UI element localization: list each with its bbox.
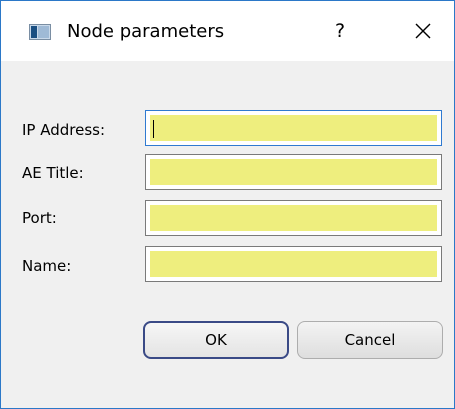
window-app-icon	[29, 24, 51, 40]
ip-address-field-frame	[145, 110, 442, 146]
ae-title-label: AE Title:	[22, 164, 84, 182]
help-button[interactable]: ?	[328, 17, 352, 45]
close-button[interactable]	[409, 17, 437, 45]
name-label: Name:	[22, 257, 72, 275]
cancel-button[interactable]: Cancel	[297, 321, 443, 359]
name-input[interactable]	[150, 251, 437, 277]
ip-address-label: IP Address:	[22, 121, 106, 139]
node-parameters-dialog: Node parameters ? IP Address: AE Title: …	[0, 0, 455, 409]
ok-button[interactable]: OK	[143, 321, 289, 359]
close-icon	[415, 23, 431, 39]
window-title: Node parameters	[67, 21, 225, 42]
port-field-frame	[145, 200, 442, 236]
port-label: Port:	[22, 209, 57, 227]
name-field-frame	[145, 246, 442, 282]
title-bar: Node parameters ?	[1, 1, 454, 61]
ae-title-field-frame	[145, 154, 442, 190]
ae-title-input[interactable]	[150, 159, 437, 185]
ip-address-input[interactable]	[150, 115, 437, 141]
port-input[interactable]	[150, 205, 437, 231]
text-caret	[153, 120, 154, 138]
